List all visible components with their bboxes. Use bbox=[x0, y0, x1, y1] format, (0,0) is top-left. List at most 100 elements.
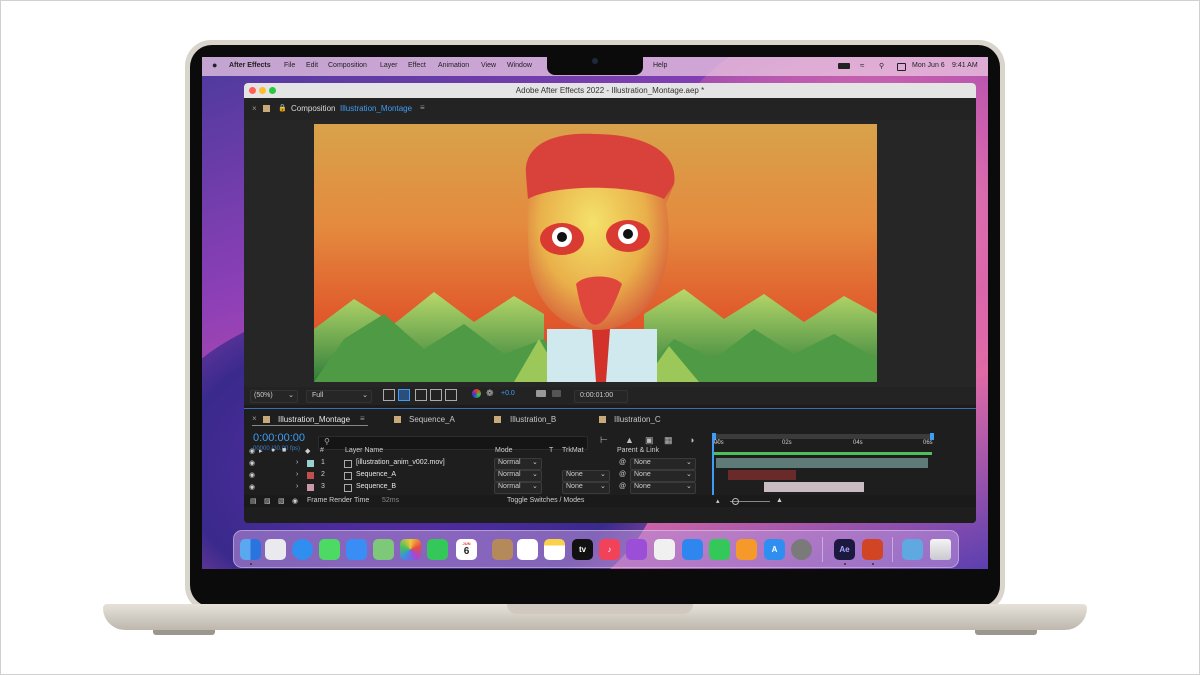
resolution-dropdown[interactable]: Full ⌄ bbox=[306, 390, 372, 403]
reminders-icon[interactable] bbox=[517, 539, 538, 560]
trash-icon[interactable] bbox=[930, 539, 951, 560]
menu-app-name[interactable]: After Effects bbox=[229, 62, 271, 69]
layer-duration-bar[interactable] bbox=[728, 470, 796, 480]
chevron-right-icon[interactable]: › bbox=[296, 483, 298, 490]
motion-blur-icon[interactable]: ◑ bbox=[689, 435, 694, 445]
menu-file[interactable]: File bbox=[284, 62, 295, 69]
label-tag-icon[interactable]: ◆ bbox=[305, 447, 310, 455]
exposure-value[interactable]: +0.0 bbox=[501, 390, 515, 397]
mask-visibility-icon[interactable] bbox=[415, 389, 427, 401]
layer-label-color[interactable] bbox=[307, 472, 314, 479]
keynote-icon[interactable] bbox=[682, 539, 703, 560]
lock-icon[interactable]: ■ bbox=[282, 447, 286, 454]
zoom-in-icon[interactable]: ▲ bbox=[776, 497, 783, 504]
menu-window[interactable]: Window bbox=[507, 62, 532, 69]
exposure-icon[interactable]: ❁ bbox=[486, 388, 494, 399]
composition-name[interactable]: Illustration_Montage bbox=[340, 104, 412, 113]
show-snapshot-icon[interactable] bbox=[552, 390, 561, 397]
layer-switches-icon[interactable]: ▤ bbox=[250, 497, 257, 505]
menu-edit[interactable]: Edit bbox=[306, 62, 318, 69]
menu-animation[interactable]: Animation bbox=[438, 62, 469, 69]
numbers-icon[interactable] bbox=[709, 539, 730, 560]
guides-icon[interactable] bbox=[430, 389, 442, 401]
maps-icon[interactable] bbox=[373, 539, 394, 560]
work-area-bar[interactable] bbox=[714, 434, 932, 439]
after-effects-icon[interactable]: Ae bbox=[834, 539, 855, 560]
pick-whip-icon[interactable]: @ bbox=[619, 483, 626, 490]
layer-row[interactable]: ◉ › 3 Sequence_B Normal ⌄ None ⌄ @ None ⌄ bbox=[244, 481, 976, 494]
wifi-icon[interactable]: ≈ bbox=[860, 61, 864, 70]
layer-name[interactable]: [illustration_anim_v002.mov] bbox=[356, 459, 445, 466]
downloads-folder-icon[interactable] bbox=[902, 539, 923, 560]
zoom-dropdown[interactable]: (50%) ⌄ bbox=[250, 390, 298, 403]
mode-dropdown[interactable]: Normal ⌄ bbox=[494, 482, 542, 494]
composition-viewer[interactable] bbox=[244, 120, 976, 387]
system-preferences-icon[interactable] bbox=[791, 539, 812, 560]
panel-menu-icon[interactable]: ≡ bbox=[360, 414, 365, 423]
trkmat-dropdown[interactable]: None ⌄ bbox=[562, 482, 610, 494]
eye-icon[interactable]: ◉ bbox=[249, 447, 255, 455]
render-time-icon[interactable]: ◉ bbox=[292, 497, 298, 505]
tv-icon[interactable]: tv bbox=[572, 539, 593, 560]
draft-3d-icon[interactable]: ▲ bbox=[625, 435, 634, 445]
facetime-icon[interactable] bbox=[427, 539, 448, 560]
app-store-icon[interactable]: A bbox=[764, 539, 785, 560]
safari-icon[interactable] bbox=[292, 539, 313, 560]
pages-icon[interactable] bbox=[736, 539, 757, 560]
mail-icon[interactable] bbox=[346, 539, 367, 560]
pick-whip-icon[interactable]: @ bbox=[619, 471, 626, 478]
layer-label-color[interactable] bbox=[307, 484, 314, 491]
launchpad-icon[interactable] bbox=[265, 539, 286, 560]
chevron-right-icon[interactable]: › bbox=[296, 471, 298, 478]
snapshot-compare-icon[interactable] bbox=[445, 389, 457, 401]
menu-time[interactable]: 9:41 AM bbox=[952, 62, 978, 69]
layer-label-color[interactable] bbox=[307, 460, 314, 467]
news-icon[interactable] bbox=[654, 539, 675, 560]
column-layer-name[interactable]: Layer Name bbox=[345, 447, 383, 454]
contacts-icon[interactable] bbox=[492, 539, 513, 560]
close-panel-icon[interactable]: × bbox=[252, 104, 257, 113]
region-of-interest-icon[interactable] bbox=[383, 389, 395, 401]
color-channels-icon[interactable] bbox=[472, 389, 481, 398]
messages-icon[interactable] bbox=[319, 539, 340, 560]
podcasts-icon[interactable] bbox=[626, 539, 647, 560]
lock-icon[interactable]: 🔒 bbox=[278, 104, 287, 112]
eye-icon[interactable]: ◉ bbox=[249, 483, 255, 491]
transparency-grid-icon[interactable] bbox=[398, 389, 410, 401]
layer-name[interactable]: Sequence_A bbox=[356, 471, 396, 478]
panel-menu-icon[interactable]: ≡ bbox=[420, 103, 425, 112]
eye-icon[interactable]: ◉ bbox=[249, 471, 255, 479]
finder-icon[interactable] bbox=[240, 539, 261, 560]
zoom-slider-thumb[interactable] bbox=[732, 498, 739, 505]
zoom-out-icon[interactable]: ▴ bbox=[716, 497, 720, 505]
in-out-icon[interactable]: ▧ bbox=[278, 497, 285, 505]
work-area-end-handle[interactable] bbox=[930, 433, 934, 440]
pick-whip-icon[interactable]: @ bbox=[619, 459, 626, 466]
timeline-current-time[interactable]: 0:00:00:00 bbox=[253, 432, 305, 444]
toggle-switches-modes-button[interactable]: Toggle Switches / Modes bbox=[507, 497, 584, 504]
tab-sequence-a[interactable]: Sequence_A bbox=[409, 415, 455, 424]
layer-duration-bar[interactable] bbox=[716, 458, 928, 468]
apple-icon[interactable]: ● bbox=[212, 60, 217, 70]
menu-effect[interactable]: Effect bbox=[408, 62, 426, 69]
menu-view[interactable]: View bbox=[481, 62, 496, 69]
spotlight-search-icon[interactable]: ⚲ bbox=[879, 62, 884, 70]
tab-illustration-montage[interactable]: Illustration_Montage bbox=[278, 415, 350, 424]
notes-icon[interactable] bbox=[544, 539, 565, 560]
layer-name[interactable]: Sequence_B bbox=[356, 483, 396, 490]
layer-duration-bar[interactable] bbox=[764, 482, 864, 492]
close-panel-icon[interactable]: × bbox=[252, 414, 257, 423]
solo-icon[interactable]: ● bbox=[271, 447, 275, 454]
transfer-controls-icon[interactable]: ▨ bbox=[264, 497, 271, 505]
tab-illustration-b[interactable]: Illustration_B bbox=[510, 415, 556, 424]
camera-snapshot-icon[interactable] bbox=[536, 390, 546, 397]
powerpoint-icon[interactable] bbox=[862, 539, 883, 560]
current-time-field[interactable]: 0:00:01:00 bbox=[574, 390, 628, 403]
photos-icon[interactable] bbox=[400, 539, 421, 560]
menu-help[interactable]: Help bbox=[653, 62, 667, 69]
tab-illustration-c[interactable]: Illustration_C bbox=[614, 415, 661, 424]
menu-layer[interactable]: Layer bbox=[380, 62, 398, 69]
chevron-right-icon[interactable]: › bbox=[296, 459, 298, 466]
layer-row[interactable]: ◉ › 2 Sequence_A Normal ⌄ None ⌄ @ None ⌄ bbox=[244, 469, 976, 482]
audio-icon[interactable]: ▸ bbox=[259, 447, 263, 455]
